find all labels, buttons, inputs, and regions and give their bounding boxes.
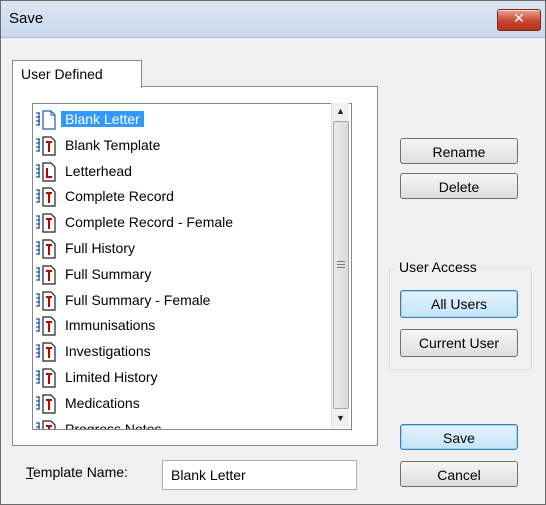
list-item-label: Investigations <box>65 343 151 360</box>
current-user-button[interactable]: Current User <box>400 329 518 357</box>
template-icon <box>35 394 57 414</box>
grip-line <box>337 261 345 262</box>
list-scrollbar[interactable]: ▲ ▼ <box>331 103 349 428</box>
delete-button[interactable]: Delete <box>400 173 518 199</box>
save-button[interactable]: Save <box>400 424 518 450</box>
list-item-label: Complete Record - Female <box>65 214 234 231</box>
tab-label: User Defined <box>21 66 103 82</box>
grip-line <box>337 267 345 268</box>
list-item-label: Limited History <box>65 369 158 385</box>
list-item[interactable]: Letterhead <box>33 160 333 184</box>
template-icon <box>35 239 57 259</box>
template-icon <box>35 136 57 156</box>
list-item-label: Blank Template <box>65 136 161 153</box>
list-item-label: Progress Notes <box>65 420 162 430</box>
cancel-button[interactable]: Cancel <box>400 461 518 487</box>
list-item[interactable]: Full Summary - Female <box>33 289 333 313</box>
template-icon <box>35 213 57 233</box>
list-item[interactable]: Full Summary <box>33 263 333 287</box>
template-icon <box>35 419 57 429</box>
list-item[interactable]: Full History <box>33 237 333 261</box>
list-item-label: Medications <box>65 394 140 411</box>
scroll-down-button[interactable]: ▼ <box>332 410 349 427</box>
all-users-button[interactable]: All Users <box>400 290 518 318</box>
list-item[interactable]: Complete Record <box>33 185 333 209</box>
scroll-up-button[interactable]: ▲ <box>332 103 349 120</box>
template-icon <box>35 368 57 388</box>
window-title: Save <box>9 10 44 27</box>
list-item[interactable]: Investigations <box>33 340 333 364</box>
list-item-label: Blank Letter <box>61 111 144 127</box>
list-item[interactable]: Progress Notes <box>33 418 333 430</box>
grip-line <box>337 264 345 265</box>
user-access-label: User Access <box>396 259 480 275</box>
list-item-label: Full Summary <box>65 265 152 282</box>
template-name-label: Template Name: <box>26 464 128 480</box>
letterhead-icon <box>35 161 57 182</box>
list-item[interactable]: Limited History <box>33 366 333 390</box>
blank-letter-icon <box>35 110 57 130</box>
template-icon <box>35 316 57 336</box>
list-item[interactable]: Complete Record - Female <box>33 211 333 235</box>
rename-button[interactable]: Rename <box>400 138 518 164</box>
template-icon <box>35 265 57 285</box>
template-icon <box>35 342 57 362</box>
list-item[interactable]: Blank Letter <box>33 108 333 132</box>
template-list[interactable]: Blank Letter Blank Template Letterhead Comp… <box>32 103 352 430</box>
template-name-input[interactable] <box>162 460 357 490</box>
list-item-label: Full History <box>65 240 136 256</box>
list-item-label: Immunisations <box>65 317 156 334</box>
close-icon: ✕ <box>513 11 525 27</box>
list-item-label: Complete Record <box>65 188 174 205</box>
tab-user-defined[interactable]: User Defined <box>12 60 142 88</box>
close-button[interactable]: ✕ <box>497 9 541 31</box>
template-icon <box>35 187 57 207</box>
list-item[interactable]: Immunisations <box>33 314 333 338</box>
template-icon <box>35 290 57 311</box>
scroll-thumb[interactable] <box>333 121 349 409</box>
list-item-label: Full Summary - Female <box>65 291 211 308</box>
list-item[interactable]: Blank Template <box>33 134 333 158</box>
title-bar[interactable]: Save ✕ <box>1 1 545 38</box>
list-item-label: Letterhead <box>65 162 132 179</box>
list-item[interactable]: Medications <box>33 392 333 416</box>
